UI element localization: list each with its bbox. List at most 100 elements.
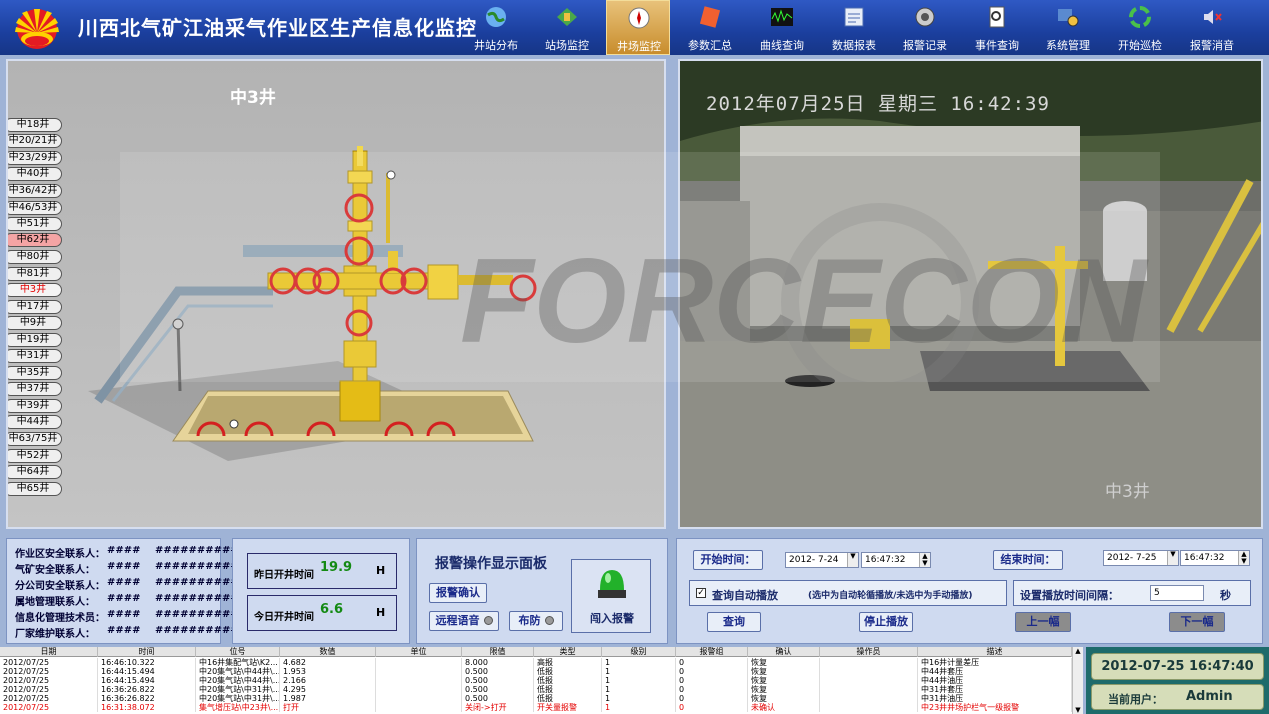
nav-alarm-mute[interactable]: 报警消音 [1180, 0, 1244, 55]
table-row[interactable]: 2012/07/25 16:36:26.822 中20集气站\中31井\... 1.9… [0, 694, 1072, 703]
chevron-down-icon[interactable]: ▼ [1167, 551, 1178, 565]
well-button[interactable]: 中3井 [8, 283, 62, 297]
nav-alarm-record[interactable]: 报警记录 [893, 0, 957, 55]
scroll-down-icon[interactable]: ▼ [1073, 706, 1083, 714]
well-button[interactable]: 中80井 [8, 250, 62, 264]
alarm-confirm-button[interactable]: 报警确认 [429, 583, 487, 603]
petrochina-logo-icon [15, 9, 59, 49]
nav-system-manage[interactable]: 系统管理 [1036, 0, 1100, 55]
table-cell: 低报 [534, 667, 602, 676]
start-time-picker[interactable]: 16:47:32 ▲ ▼ [861, 552, 931, 568]
nav-start-patrol[interactable]: 开始巡检 [1108, 0, 1172, 55]
nav-data-report[interactable]: 数据报表 [822, 0, 886, 55]
scroll-up-icon[interactable]: ▲ [1073, 647, 1083, 655]
well-button[interactable]: 中40井 [8, 167, 62, 181]
yesterday-label: 昨日开井时间 [254, 570, 314, 581]
app-window: 川西北气矿江油采气作业区生产信息化监控 井站分布 站场监控 井场监控 参数汇总 … [0, 0, 1269, 714]
column-header[interactable]: 时间 [98, 647, 196, 657]
well-button[interactable]: 中46/53井 [8, 201, 62, 215]
column-header[interactable]: 描述 [918, 647, 1072, 657]
well-button[interactable]: 中20/21井 [8, 134, 62, 148]
log-scrollbar[interactable]: ▲ ▼ [1072, 647, 1083, 714]
table-row[interactable]: 2012/07/25 16:44:15.494 中20集气站\中44井\... 1.9… [0, 667, 1072, 676]
alarm-log-table: 日期 时间 位号 数值 单位 限值 类型 级别 报警组 确认 操作员 描述 2012/07/25 16:… [0, 647, 1083, 714]
table-cell: 16:44:15.494 [98, 676, 196, 685]
table-cell: 2012/07/25 [0, 658, 98, 667]
query-button[interactable]: 查询 [707, 612, 761, 632]
well-button[interactable]: 中9井 [8, 316, 62, 330]
nav-well-monitor[interactable]: 井场监控 [606, 0, 670, 55]
table-cell: 16:44:15.494 [98, 667, 196, 676]
column-header[interactable]: 日期 [0, 647, 98, 657]
next-frame-button[interactable]: 下一幅 [1169, 612, 1225, 632]
control-area: 作业区安全联系人： #### ########### 气矿安全联系人： #### ####… [0, 533, 1269, 645]
well-button[interactable]: 中44井 [8, 415, 62, 429]
event-icon [989, 6, 1005, 28]
well-button[interactable]: 中51井 [8, 217, 62, 231]
column-header[interactable]: 位号 [196, 647, 280, 657]
interval-input[interactable]: 5 [1150, 585, 1204, 601]
table-cell: 中31井油压 [918, 694, 1072, 703]
well-button[interactable]: 中39井 [8, 399, 62, 413]
video-feed-panel: 2012年07月25日 星期三 16:42:39 中3井 [678, 59, 1263, 529]
remote-voice-button[interactable]: 远程语音 [429, 611, 499, 631]
table-cell: 2012/07/25 [0, 703, 98, 712]
arm-button[interactable]: 布防 [509, 611, 563, 631]
end-time-picker[interactable]: 16:47:32 ▲ ▼ [1180, 550, 1250, 566]
column-header[interactable]: 级别 [602, 647, 676, 657]
start-date-picker[interactable]: 2012- 7-24 ▼ [785, 552, 859, 568]
well-button[interactable]: 中52井 [8, 449, 62, 463]
stop-playback-button[interactable]: 停止播放 [859, 612, 913, 632]
column-header[interactable]: 单位 [376, 647, 462, 657]
contact-label: 厂家维护联系人： [15, 629, 95, 640]
column-header[interactable]: 类型 [534, 647, 602, 657]
nav-label: 事件查询 [975, 39, 1019, 52]
column-header[interactable]: 确认 [748, 647, 820, 657]
table-row[interactable]: 2012/07/25 16:44:15.494 中20集气站\中44井\... 2.1… [0, 676, 1072, 685]
end-date-picker[interactable]: 2012- 7-25 ▼ [1103, 550, 1179, 566]
table-row[interactable]: 2012/07/25 16:31:38.072 集气增压站\中23井\... 打开 关闭… [0, 703, 1072, 712]
column-header[interactable]: 报警组 [676, 647, 748, 657]
well-button[interactable]: 中81井 [8, 267, 62, 281]
auto-play-checkbox[interactable]: ✓ [696, 588, 706, 598]
nav-params-summary[interactable]: 参数汇总 [678, 0, 742, 55]
well-button[interactable]: 中19井 [8, 333, 62, 347]
table-cell [820, 676, 918, 685]
nav-label: 井场监控 [617, 40, 661, 53]
nav-event-query[interactable]: 事件查询 [965, 0, 1029, 55]
table-cell: 1.953 [280, 667, 376, 676]
table-cell: 中23井井场护栏气一级报警 [918, 703, 1072, 712]
well-button[interactable]: 中62井 [8, 233, 62, 247]
well-button[interactable]: 中36/42井 [8, 184, 62, 198]
well-button[interactable]: 中31井 [8, 349, 62, 363]
spinner-icon[interactable]: ▲ ▼ [1238, 551, 1249, 565]
nav-curve-query[interactable]: 曲线查询 [750, 0, 814, 55]
well-button[interactable]: 中64井 [8, 465, 62, 479]
nav-well-distribution[interactable]: 井站分布 [464, 0, 528, 55]
column-header[interactable]: 操作员 [820, 647, 918, 657]
well-button[interactable]: 中35井 [8, 366, 62, 380]
alarm-operation-panel: 报警操作显示面板 报警确认 远程语音 布防 闯入报警 [416, 538, 668, 644]
table-cell [376, 676, 462, 685]
nav-station-monitor[interactable]: 站场监控 [535, 0, 599, 55]
well-title: 中3井 [230, 88, 276, 108]
table-row[interactable]: 2012/07/25 16:46:10.322 中16井集配气站\K2... 4.68… [0, 658, 1072, 667]
table-cell [820, 694, 918, 703]
well-button[interactable]: 中23/29井 [8, 151, 62, 165]
chevron-down-icon[interactable]: ▼ [847, 553, 858, 567]
well-button[interactable]: 中37井 [8, 382, 62, 396]
table-row[interactable]: 2012/07/25 16:36:26.822 中20集气站\中31井\... 4.2… [0, 685, 1072, 694]
table-cell: 1 [602, 685, 676, 694]
well-button[interactable]: 中17井 [8, 300, 62, 314]
prev-frame-button[interactable]: 上一幅 [1015, 612, 1071, 632]
column-header[interactable]: 限值 [462, 647, 534, 657]
end-date-value: 2012- 7-25 [1107, 553, 1157, 563]
well-button[interactable]: 中65井 [8, 482, 62, 496]
spinner-icon[interactable]: ▲ ▼ [919, 553, 930, 567]
column-header[interactable]: 数值 [280, 647, 376, 657]
intrusion-alarm-button[interactable]: 闯入报警 [571, 559, 651, 633]
well-button[interactable]: 中63/75井 [8, 432, 62, 446]
table-cell: 集气增压站\中23井\... [196, 703, 280, 712]
well-button[interactable]: 中18井 [8, 118, 62, 132]
start-time-value: 16:47:32 [865, 555, 906, 565]
